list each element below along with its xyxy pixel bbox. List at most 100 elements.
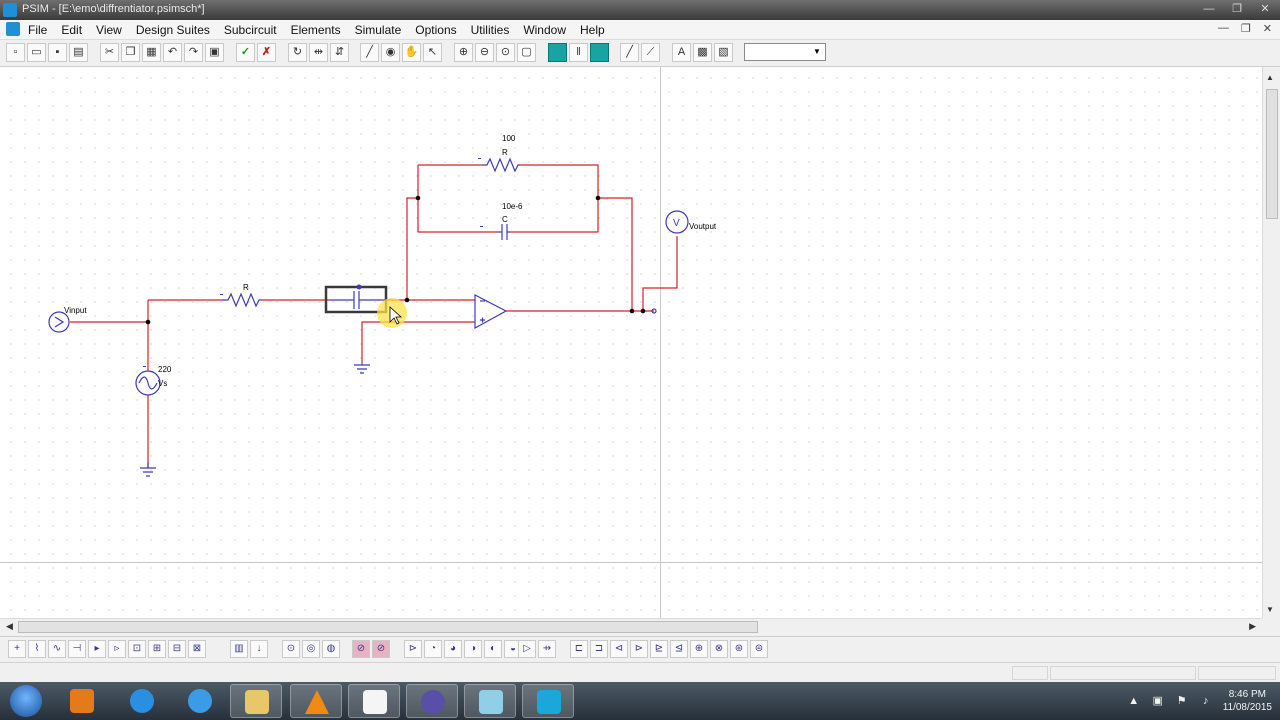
scroll-down-icon[interactable]: ▼ [1266, 605, 1274, 614]
label-icon[interactable]: ◉ [381, 43, 400, 62]
schematic-canvas[interactable] [0, 67, 1262, 618]
mosfet-element-icon[interactable]: ⊞ [148, 640, 166, 658]
network-icon[interactable]: ▣ [1151, 694, 1165, 708]
zoom-in-icon[interactable]: ⊕ [454, 43, 473, 62]
dc-source-element-icon[interactable]: ↓ [250, 640, 268, 658]
new-file-icon[interactable]: ▫ [6, 43, 25, 62]
logic-not-element-icon[interactable]: ⊲ [610, 640, 628, 658]
doc-close-button[interactable]: ✕ [1263, 22, 1272, 35]
zoom-select[interactable]: ▼ [744, 43, 826, 61]
comparator-element-icon[interactable]: ◔ [424, 640, 442, 658]
sine-source-element-icon[interactable]: ◎ [302, 640, 320, 658]
resistor-element-icon[interactable]: ⌇ [28, 640, 46, 658]
rotate-icon[interactable]: ↻ [288, 43, 307, 62]
flip-flop-element-icon[interactable]: ⊳ [630, 640, 648, 658]
start-button[interactable] [10, 685, 42, 717]
probe-icon[interactable]: ╱ [620, 43, 639, 62]
clock[interactable]: 8:46 PM 11/08/2015 [1223, 688, 1272, 714]
menu-options[interactable]: Options [415, 23, 456, 37]
taskbar-psim[interactable] [522, 684, 574, 718]
transistor-element-icon[interactable]: ⊠ [188, 640, 206, 658]
menu-design-suites[interactable]: Design Suites [136, 23, 210, 37]
flag-icon[interactable]: ⚑ [1175, 694, 1189, 708]
check-icon[interactable]: ✓ [236, 43, 255, 62]
zoom-out-icon[interactable]: ⊖ [475, 43, 494, 62]
limiter-element-icon[interactable]: ◕ [444, 640, 462, 658]
menu-help[interactable]: Help [580, 23, 605, 37]
ground-element-icon[interactable]: + [8, 640, 26, 658]
scroll-left-icon[interactable]: ◀ [6, 621, 13, 632]
menu-file[interactable]: File [28, 23, 47, 37]
simview-icon[interactable] [590, 43, 609, 62]
doc-minimize-button[interactable]: — [1218, 22, 1229, 35]
flip-vertical-icon[interactable]: ⇵ [330, 43, 349, 62]
taskbar-screen-recorder[interactable] [406, 684, 458, 718]
thyristor-element-icon[interactable]: ▹ [108, 640, 126, 658]
gain-element-icon[interactable]: ▷ [518, 640, 536, 658]
image-icon[interactable]: ▩ [693, 43, 712, 62]
taskbar-notepad[interactable] [348, 684, 400, 718]
menu-view[interactable]: View [96, 23, 122, 37]
ac-source-element-icon[interactable]: ⊙ [282, 640, 300, 658]
taskbar-app[interactable] [464, 684, 516, 718]
taskbar-file-explorer[interactable] [230, 684, 282, 718]
maximize-button[interactable]: ❐ [1230, 2, 1244, 16]
undo-icon[interactable]: ↶ [163, 43, 182, 62]
print-icon[interactable]: ▤ [69, 43, 88, 62]
library-icon[interactable]: ▧ [714, 43, 733, 62]
voltage-probe-element-icon[interactable]: ⊘ [352, 640, 370, 658]
current-probe-element-icon[interactable]: ⊘ [372, 640, 390, 658]
diff-probe-icon[interactable]: ⟋ [641, 43, 660, 62]
wire-icon[interactable]: ╱ [360, 43, 379, 62]
menu-window[interactable]: Window [523, 23, 566, 37]
multiplier-element-icon[interactable]: ◐ [484, 640, 502, 658]
run-simulation-icon[interactable] [548, 43, 567, 62]
vertical-scrollbar[interactable]: ▲ ▼ [1262, 67, 1280, 618]
igbt-element-icon[interactable]: ⊟ [168, 640, 186, 658]
taskbar-vlc[interactable] [290, 684, 342, 718]
close-button[interactable]: ✕ [1258, 2, 1272, 16]
vertical-scroll-thumb[interactable] [1266, 89, 1278, 219]
fit-page-icon[interactable]: ▢ [517, 43, 536, 62]
pause-icon[interactable]: ‖ [569, 43, 588, 62]
taskbar-itunes[interactable] [174, 684, 226, 718]
transformer-element-icon[interactable]: ▥ [230, 640, 248, 658]
menu-edit[interactable]: Edit [61, 23, 82, 37]
volume-icon[interactable]: ♪ [1199, 694, 1213, 708]
counter-element-icon[interactable]: ⊵ [650, 640, 668, 658]
logic-or-element-icon[interactable]: ⊐ [590, 640, 608, 658]
pwm-element-icon[interactable]: ⊛ [730, 640, 748, 658]
text-icon[interactable]: A [672, 43, 691, 62]
taskbar-internet-explorer[interactable] [116, 684, 168, 718]
select-arrow-icon[interactable]: ↖ [423, 43, 442, 62]
scroll-right-icon[interactable]: ▶ [1249, 621, 1256, 632]
zoom-area-icon[interactable]: ⊙ [496, 43, 515, 62]
scroll-up-icon[interactable]: ▲ [1266, 73, 1274, 82]
menu-elements[interactable]: Elements [291, 23, 341, 37]
inductor-element-icon[interactable]: ∿ [48, 640, 66, 658]
summer-element-icon[interactable]: ◑ [464, 640, 482, 658]
switch-element-icon[interactable]: ⊡ [128, 640, 146, 658]
menu-utilities[interactable]: Utilities [471, 23, 510, 37]
delay-element-icon[interactable]: ⊴ [670, 640, 688, 658]
copy-icon[interactable]: ❐ [121, 43, 140, 62]
integrator-element-icon[interactable]: ⇸ [538, 640, 556, 658]
capacitor-element-icon[interactable]: ⊣ [68, 640, 86, 658]
minimize-button[interactable]: — [1202, 2, 1216, 16]
doc-restore-button[interactable]: ❐ [1241, 22, 1251, 35]
clipboard-icon[interactable]: ▣ [205, 43, 224, 62]
cut-icon[interactable]: ✂ [100, 43, 119, 62]
pan-hand-icon[interactable]: ✋ [402, 43, 421, 62]
save-icon[interactable]: ▪ [48, 43, 67, 62]
horizontal-scrollbar[interactable]: ◀ ▶ [0, 618, 1262, 635]
controller-element-icon[interactable]: ⊜ [750, 640, 768, 658]
paste-icon[interactable]: ▦ [142, 43, 161, 62]
show-hidden-icons-icon[interactable]: ▲ [1127, 694, 1141, 708]
menu-simulate[interactable]: Simulate [355, 23, 402, 37]
square-source-element-icon[interactable]: ◍ [322, 640, 340, 658]
document-icon[interactable] [6, 22, 20, 36]
flip-horizontal-icon[interactable]: ⇹ [309, 43, 328, 62]
zoh-element-icon[interactable]: ⊗ [710, 640, 728, 658]
diode-element-icon[interactable]: ▸ [88, 640, 106, 658]
cross-icon[interactable]: ✗ [257, 43, 276, 62]
